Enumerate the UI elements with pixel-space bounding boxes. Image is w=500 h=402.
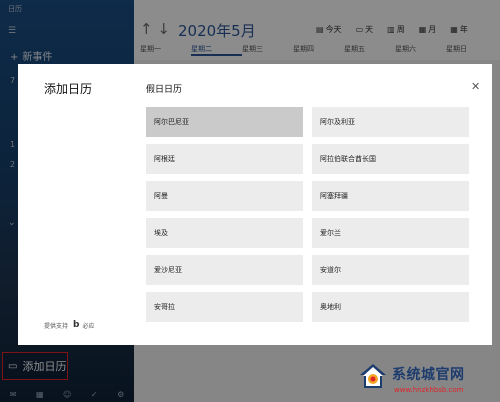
section-title: 假日日历 [146,85,183,95]
holiday-calendar-item[interactable]: 埃及 [146,218,303,248]
dialog-title: 添加日历 [44,82,93,96]
holiday-calendar-item[interactable]: 阿曼 [146,181,303,211]
holiday-calendar-grid: 阿尔巴尼亚 阿尔及利亚 阿根廷 阿拉伯联合酋长国 阿曼 阿塞拜疆 埃及 爱尔兰 … [146,107,470,322]
holiday-calendar-item[interactable]: 安哥拉 [146,292,303,322]
holiday-calendar-item[interactable]: 爱尔兰 [312,218,469,248]
watermark: 系统城官网 www.hnzkhbsb.com [356,360,500,402]
holiday-calendar-item[interactable]: 阿根廷 [146,144,303,174]
powered-by: 提供支持 b 必应 [44,320,94,330]
add-calendar-dialog: 添加日历 假日日历 ✕ 阿尔巴尼亚 阿尔及利亚 阿根廷 阿拉伯联合酋长国 阿曼 … [18,64,492,345]
holiday-calendar-item[interactable]: 阿尔巴尼亚 [146,107,303,137]
bing-logo-icon: b [73,320,80,330]
powered-brand: 必应 [82,322,95,330]
close-icon[interactable]: ✕ [471,80,480,93]
holiday-calendar-item[interactable]: 爱沙尼亚 [146,255,303,285]
holiday-calendar-item[interactable]: 阿拉伯联合酋长国 [312,144,469,174]
watermark-url: www.hnzkhbsb.com [394,386,464,394]
powered-by-label: 提供支持 [44,322,69,330]
holiday-calendar-item[interactable]: 阿尔及利亚 [312,107,469,137]
holiday-calendar-item[interactable]: 奥地利 [312,292,469,322]
holiday-calendar-item[interactable]: 安道尔 [312,255,469,285]
watermark-name: 系统城官网 [392,367,465,383]
watermark-house-icon [360,364,386,388]
holiday-calendar-item[interactable]: 阿塞拜疆 [312,181,469,211]
